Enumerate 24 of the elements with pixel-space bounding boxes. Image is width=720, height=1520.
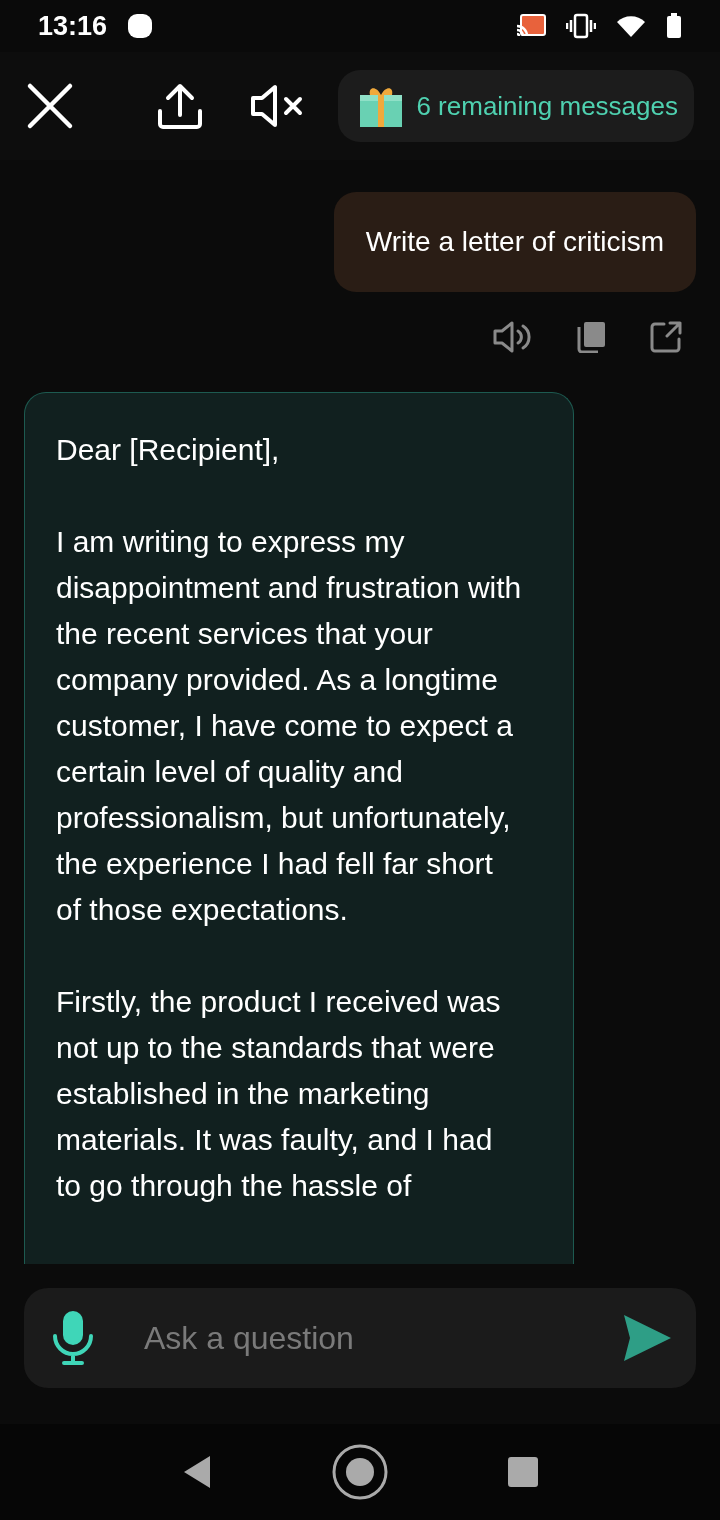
question-field[interactable]: Ask a question xyxy=(24,1288,696,1388)
open-external-button[interactable] xyxy=(650,320,682,354)
battery-icon xyxy=(666,13,682,39)
vibrate-icon xyxy=(566,13,596,39)
message-paragraph: Dear [Recipient], xyxy=(56,432,281,468)
share-button[interactable] xyxy=(156,83,204,129)
notification-icon xyxy=(127,13,154,39)
home-button[interactable] xyxy=(332,1444,388,1500)
message-paragraph: Firstly, the product I received was not up to the standards that were established in the marketing materials. It was faulty, and I had to go through the hassle of xyxy=(56,984,502,1204)
wifi-icon xyxy=(616,14,646,38)
mute-button[interactable] xyxy=(250,84,304,128)
close-button[interactable] xyxy=(26,82,74,130)
send-button[interactable] xyxy=(622,1314,672,1362)
remaining-messages: 6 remaining messages xyxy=(416,90,678,122)
status-time: 13:16 xyxy=(38,10,108,42)
back-button[interactable] xyxy=(182,1455,212,1489)
credits-badge[interactable]: 6 remaining messages xyxy=(338,70,694,142)
message-paragraph: I am writing to express my disappointment and frustration with the recent services that your company provided. As a longtime customer, I have come to expect a certain level of quality and professionalism, but unfortunately, the experience I had fell far short of those expectations. xyxy=(56,524,523,928)
copy-button[interactable] xyxy=(576,320,606,354)
cast-icon xyxy=(516,14,546,38)
speaker-button[interactable] xyxy=(492,320,532,354)
question-input[interactable]: Ask a question xyxy=(142,1318,574,1358)
user-message: Write a letter of criticism xyxy=(333,192,696,292)
microphone-button[interactable] xyxy=(52,1310,94,1366)
